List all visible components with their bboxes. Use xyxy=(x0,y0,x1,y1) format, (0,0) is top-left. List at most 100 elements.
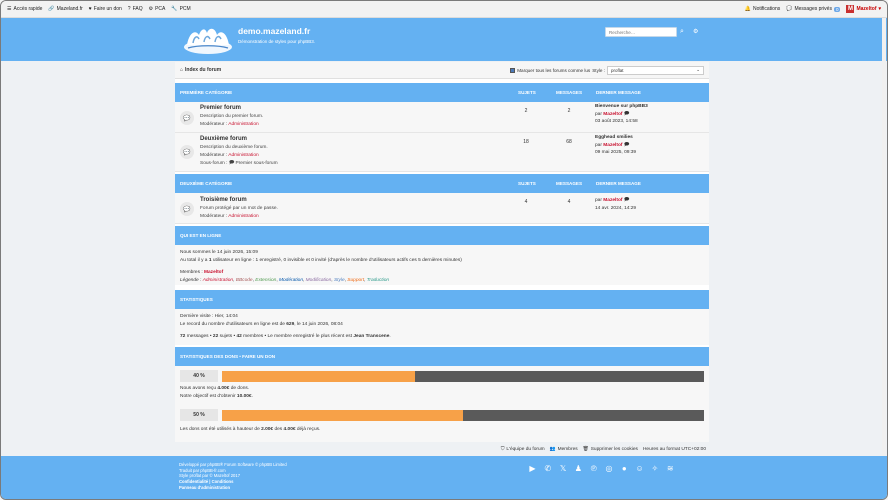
delete-cookies-link[interactable]: 🗑 Supprimer les cookies xyxy=(583,447,638,452)
moderator-link[interactable]: Administration xyxy=(228,153,258,158)
private-messages-link[interactable]: 💬 Messages privés 0 xyxy=(786,6,841,12)
moderator-link[interactable]: Administration xyxy=(228,122,258,127)
instagram-icon[interactable]: ◎ xyxy=(604,464,613,473)
whatsapp-icon[interactable]: ✆ xyxy=(543,464,552,473)
bell-icon: 🔔 xyxy=(744,6,751,12)
legend-group[interactable]: Administration xyxy=(203,278,233,283)
pca-link[interactable]: ⚙ PCA xyxy=(149,6,166,12)
view-post-icon[interactable]: 🗩 xyxy=(624,143,629,148)
legend-group[interactable]: Style xyxy=(334,278,345,283)
last-post-title[interactable]: Bienvenue sur phpBB3 xyxy=(595,104,648,109)
online-header[interactable]: QUI EST EN LIGNE xyxy=(175,226,709,245)
pinterest-icon[interactable]: ℗ xyxy=(589,464,598,473)
topic-count: 4 xyxy=(524,199,528,205)
user-links: 🔔 Notifications 💬 Messages privés 0 M Mazelt… xyxy=(745,5,881,13)
users-icon: 👥 xyxy=(549,446,556,452)
search-input[interactable]: Recherche… xyxy=(605,27,677,37)
style-switcher: Marquer tous les forums comme lus Style … xyxy=(510,65,704,75)
moderator-link[interactable]: Administration xyxy=(228,214,258,219)
forum-title[interactable]: Deuxième forum xyxy=(200,136,247,142)
github-icon[interactable]: ● xyxy=(620,464,629,473)
last-post: Egghead smilies par Mazeltof 🗩 09 mai 20… xyxy=(595,135,637,155)
category-header: PREMIÈRE CATÉGORIE SUJETS MESSAGES DERNI… xyxy=(175,83,709,102)
faq-link[interactable]: ? FAQ xyxy=(128,6,143,12)
legend-group[interactable]: Modification xyxy=(306,278,332,283)
subforum-link[interactable]: 🗩 Premier sous-forum xyxy=(229,161,278,166)
topic-count: 2 xyxy=(524,108,528,114)
last-post-title[interactable]: Egghead smilies xyxy=(595,135,633,140)
last-post-author[interactable]: Mazeltof xyxy=(603,198,622,203)
breadcrumb-bar: ⌂ Index du forum Marquer tous les forums … xyxy=(175,62,709,79)
social-links: ▶ ✆ 𝕏 ♟ ℗ ◎ ● ☺ ✧ ≋ xyxy=(528,464,675,473)
quick-links: ☰ Accès rapide 🔗 Mazeland.fr ♥ Faire un don… xyxy=(7,6,191,12)
legend-group[interactable]: BBcode xyxy=(236,278,253,283)
mazeland-link[interactable]: 🔗 Mazeland.fr xyxy=(48,6,82,12)
acp-link[interactable]: Panneau d'administration xyxy=(179,485,287,491)
rss-icon[interactable]: ≋ xyxy=(666,464,675,473)
caret-down-icon: ▾ xyxy=(878,6,881,12)
phpbb-credit-link[interactable]: Développé par phpBB® Forum Software © ph… xyxy=(179,462,287,468)
last-post: Bienvenue sur phpBB3 par Mazeltof 🗩 03 a… xyxy=(595,104,648,124)
wrench-icon: 🔧 xyxy=(171,6,178,12)
x-icon[interactable]: 𝕏 xyxy=(559,464,568,473)
progress-track xyxy=(222,371,704,382)
view-post-icon[interactable]: 🗩 xyxy=(624,112,629,117)
quick-access-link[interactable]: ☰ Accès rapide xyxy=(7,6,42,12)
user-menu[interactable]: M Mazeltof ▾ xyxy=(846,5,881,13)
forum-row: 💬 Deuxième forum Description du deuxième… xyxy=(175,133,709,172)
check-icon[interactable] xyxy=(510,67,516,73)
online-user-link[interactable]: Mazeltof xyxy=(204,270,223,275)
donation-progress-2: 50 % xyxy=(180,409,704,421)
progress-track xyxy=(222,410,704,421)
members-link[interactable]: 👥 Membres xyxy=(550,447,578,452)
timezone-label: Heures au format UTC+02:00 xyxy=(642,446,706,452)
site-logo[interactable] xyxy=(183,23,233,55)
legend-group[interactable]: Traduction xyxy=(367,278,389,283)
donation-progress-1: 40 % xyxy=(180,370,704,382)
gear-icon[interactable]: ⚙ xyxy=(693,28,698,35)
forum-title[interactable]: Premier forum xyxy=(200,105,241,111)
breadcrumb[interactable]: ⌂ Index du forum xyxy=(180,67,221,73)
category-title[interactable]: PREMIÈRE CATÉGORIE xyxy=(180,90,232,95)
mark-read-link[interactable]: Marquer tous les forums comme lus xyxy=(517,68,590,73)
legend-group[interactable]: Modération xyxy=(279,278,303,283)
last-post-author[interactable]: Mazeltof xyxy=(603,112,622,117)
avatar: M xyxy=(846,5,855,13)
donations-header[interactable]: STATISTIQUES DES DONS • FAIRE UN DON xyxy=(175,347,709,366)
legend-group[interactable]: Support xyxy=(347,278,364,283)
category-title[interactable]: DEUXIÈME CATÉGORIE xyxy=(180,181,232,186)
category-header: DEUXIÈME CATÉGORIE SUJETS MESSAGES DERNI… xyxy=(175,174,709,193)
forum-row: 💬 Troisième forum Forum protégé par un m… xyxy=(175,193,709,224)
progress-fill xyxy=(222,371,415,382)
online-block: Nous sommes le 14 juin 2026, 15:09 Au to… xyxy=(175,245,709,285)
pcm-link[interactable]: 🔧 PCM xyxy=(171,6,190,12)
last-post-author[interactable]: Mazeltof xyxy=(603,143,622,148)
forum-row: 💬 Premier forum Description du premier f… xyxy=(175,102,709,133)
top-navbar: ☰ Accès rapide 🔗 Mazeland.fr ♥ Faire un don… xyxy=(1,1,887,18)
team-link[interactable]: ⛉ L'équipe du forum xyxy=(501,446,545,453)
chevron-down-icon: ⌄ xyxy=(696,67,700,72)
progress-fill xyxy=(222,410,463,421)
last-post: par Mazeltof 🗩 14 avr. 2024, 14:29 xyxy=(595,198,637,211)
bluesky-icon[interactable]: ✧ xyxy=(650,464,659,473)
site-description: Démonstration de styles pour phpBB3. xyxy=(238,39,316,44)
style-select[interactable]: proflat ⌄ xyxy=(607,65,704,75)
legend-group[interactable]: Extension xyxy=(255,278,276,283)
notifications-link[interactable]: 🔔 Notifications xyxy=(745,6,780,12)
snapchat-icon[interactable]: ♟ xyxy=(574,464,583,473)
view-post-icon[interactable]: 🗩 xyxy=(624,198,629,203)
username: Mazeltof xyxy=(856,6,877,12)
donate-link[interactable]: ♥ Faire un don xyxy=(89,6,122,12)
search-icon[interactable]: ⌕ xyxy=(680,28,684,36)
question-icon: ? xyxy=(127,6,131,12)
forum-title[interactable]: Troisième forum xyxy=(200,197,247,203)
youtube-icon[interactable]: ▶ xyxy=(528,464,537,473)
topic-count: 18 xyxy=(523,139,529,145)
comment-icon: 💬 xyxy=(786,6,793,12)
newest-member-link[interactable]: Jean Transcene xyxy=(353,334,389,339)
scrollbar[interactable] xyxy=(882,18,886,456)
discord-icon[interactable]: ☺ xyxy=(635,464,644,473)
site-footer: Développé par phpBB® Forum Software © ph… xyxy=(1,456,887,499)
site-title[interactable]: demo.mazeland.fr xyxy=(238,26,310,36)
footer-nav: ⛉ L'équipe du forum 👥 Membres 🗑 Supprimer l… xyxy=(175,442,709,456)
